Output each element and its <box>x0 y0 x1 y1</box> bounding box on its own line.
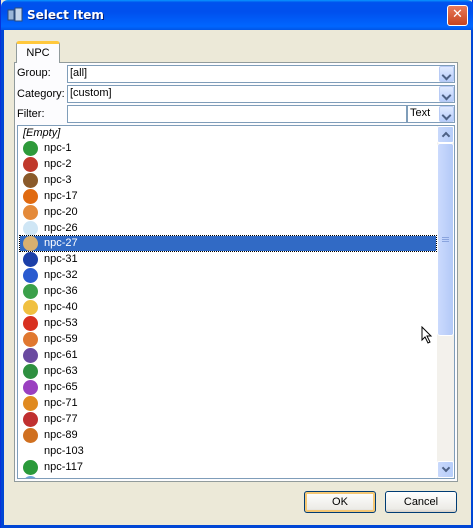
scroll-down-icon[interactable] <box>437 461 454 478</box>
list-item[interactable]: npc-1 <box>20 141 436 156</box>
npc-list[interactable]: [Empty] npc-1 npc-2 npc-3 npc-17 npc-20 npc-26… <box>17 125 455 479</box>
list-item[interactable]: npc-17 <box>20 189 436 204</box>
list-item-label: npc-32 <box>44 269 78 281</box>
group-label: Group: <box>17 67 51 79</box>
list-item-label: npc-53 <box>44 317 78 329</box>
list-item-label: npc-17 <box>44 190 78 202</box>
chevron-down-icon[interactable] <box>439 106 454 122</box>
list-item[interactable]: npc-26 <box>20 221 436 236</box>
list-item-label: [Empty] <box>23 127 61 139</box>
blue-orb-icon <box>23 476 38 478</box>
list-item[interactable]: npc-103 <box>20 444 436 459</box>
filter-input[interactable] <box>67 105 407 123</box>
list-item-label: npc-63 <box>44 365 78 377</box>
list-item-label: npc-59 <box>44 333 78 345</box>
list-item[interactable]: npc-2 <box>20 157 436 172</box>
list-item-label: npc-71 <box>44 397 78 409</box>
list-item[interactable]: npc-3 <box>20 173 436 188</box>
scroll-up-icon[interactable] <box>437 126 454 143</box>
list-item[interactable]: npc-59 <box>20 332 436 347</box>
filter-mode-value: Text <box>410 107 431 119</box>
list-item-label: npc-20 <box>44 206 78 218</box>
list-item[interactable]: npc-77 <box>20 412 436 427</box>
group-dropdown[interactable]: [all] <box>67 65 455 83</box>
orange-bird-icon <box>23 396 38 411</box>
list-item[interactable]: npc-36 <box>20 284 436 299</box>
close-button[interactable]: ✕ <box>447 5 468 26</box>
red-plant-icon <box>23 157 38 172</box>
list-item-label: npc-3 <box>44 174 72 186</box>
list-item[interactable]: npc-61 <box>20 348 436 363</box>
green-moon-icon <box>23 284 38 299</box>
list-item-label: npc-77 <box>44 413 78 425</box>
list-item[interactable]: npc-63 <box>20 364 436 379</box>
green-shell-icon <box>23 141 38 156</box>
list-item-label: npc-31 <box>44 253 78 265</box>
list-item-label: npc-117 <box>44 461 83 473</box>
grip-line <box>442 239 449 240</box>
list-item[interactable]: npc-32 <box>20 268 436 283</box>
list-item[interactable]: npc-89 <box>20 428 436 443</box>
select-item-dialog: Select Item ✕ NPC Group: [all] Category:… <box>0 0 473 528</box>
purple-creature-icon <box>23 380 38 395</box>
list-item[interactable]: npc-65 <box>20 380 436 395</box>
red-crab-icon <box>23 316 38 331</box>
list-item[interactable]: npc-40 <box>20 300 436 315</box>
list-item[interactable]: [Empty] <box>20 126 436 141</box>
vertical-scrollbar[interactable] <box>437 126 454 478</box>
blue-p-icon <box>23 268 38 283</box>
list-item-label: npc-61 <box>44 349 78 361</box>
list-item-label: npc-2 <box>44 158 72 170</box>
blue-p-icon <box>23 252 38 267</box>
list-item-label: npc-65 <box>44 381 78 393</box>
list-item[interactable]: npc-123 <box>20 476 436 478</box>
list-item[interactable]: npc-71 <box>20 396 436 411</box>
mouse-pointer-icon <box>421 326 433 344</box>
list-item[interactable]: npc-31 <box>20 252 436 267</box>
list-item-label: npc-27 <box>44 237 78 249</box>
grip-line <box>442 241 449 242</box>
list-item-label: npc-123 <box>44 477 84 478</box>
window-title: Select Item <box>27 8 104 22</box>
orange-lion-icon <box>23 428 38 443</box>
list-item-label: npc-26 <box>44 222 78 234</box>
filter-mode-dropdown[interactable]: Text <box>407 105 455 123</box>
tab-npc[interactable]: NPC <box>16 41 60 63</box>
cloud-icon <box>23 221 38 236</box>
group-value: [all] <box>70 67 88 79</box>
list-item-label: npc-103 <box>44 445 84 457</box>
list-item[interactable]: npc-117 <box>20 460 436 475</box>
cancel-button[interactable]: Cancel <box>385 491 457 513</box>
scroll-thumb[interactable] <box>437 143 454 336</box>
orange-face-icon <box>23 332 38 347</box>
grip-line <box>442 237 449 238</box>
purple-face-icon <box>23 348 38 363</box>
orange-p-icon <box>23 189 38 204</box>
ok-button[interactable]: OK <box>304 491 376 513</box>
filter-label: Filter: <box>17 108 45 120</box>
chevron-down-icon[interactable] <box>439 86 454 102</box>
app-icon <box>7 7 23 22</box>
green-balloon-icon <box>23 460 38 475</box>
spring-icon <box>23 236 38 251</box>
goblin-icon <box>23 173 38 188</box>
category-label: Category: <box>17 88 65 100</box>
list-item-label: npc-40 <box>44 301 78 313</box>
yellow-note-icon <box>23 300 38 315</box>
category-dropdown[interactable]: [custom] <box>67 85 455 103</box>
list-item[interactable]: npc-20 <box>20 205 436 220</box>
category-value: [custom] <box>70 87 112 99</box>
orange-ring-icon <box>23 205 38 220</box>
chevron-down-icon[interactable] <box>439 66 454 82</box>
list-item-label: npc-89 <box>44 429 78 441</box>
list-item[interactable]: npc-27 <box>19 235 437 252</box>
list-item-label: npc-1 <box>44 142 72 154</box>
list-item[interactable]: npc-53 <box>20 316 436 331</box>
red-flower-icon <box>23 412 38 427</box>
list-item-label: npc-36 <box>44 285 78 297</box>
title-bar[interactable]: Select Item ✕ <box>1 0 473 30</box>
green-face-icon <box>23 364 38 379</box>
